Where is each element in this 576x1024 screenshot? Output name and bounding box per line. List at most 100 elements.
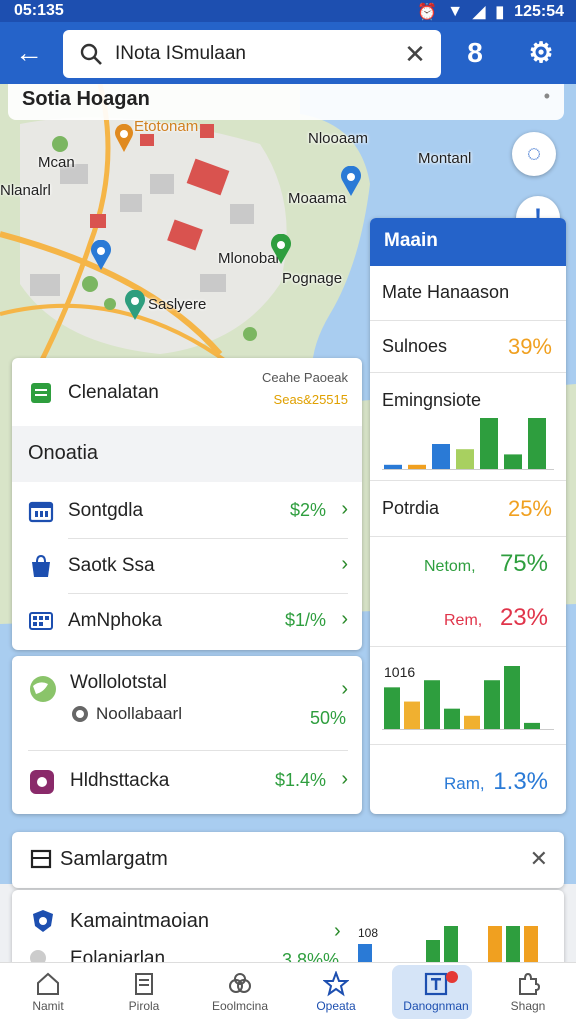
document-icon — [135, 973, 153, 995]
back-arrow-icon[interactable]: ← — [12, 36, 46, 70]
map-label: Montanl — [418, 150, 472, 167]
main-panel: Clenalatan Ceahe Paoeak Seas&25515 Onoat… — [12, 358, 362, 650]
nav-item-star[interactable]: Opeata — [288, 963, 384, 1024]
stat-label: Ram, — [444, 774, 485, 793]
list-item[interactable]: Wollolotstal Noollabaarl 50% › — [12, 656, 362, 748]
puzzle-icon — [519, 972, 541, 995]
list-item[interactable]: AmNphoka $1/% › — [12, 594, 362, 648]
star-icon — [323, 971, 349, 997]
search-bar[interactable]: ✕ — [63, 30, 441, 78]
nav-label: Shagn — [510, 999, 546, 1013]
search-input[interactable] — [115, 40, 395, 68]
nav-item-document[interactable]: Pirola — [96, 963, 192, 1024]
list-doc-icon — [31, 383, 51, 403]
recenter-icon[interactable]: ◌ — [512, 132, 556, 176]
chevron-right-icon: › — [341, 553, 348, 575]
bottom-card-header[interactable]: Samlargatm ✕ — [12, 832, 564, 888]
status-time: 05:135 — [14, 2, 64, 19]
panel-header[interactable]: Clenalatan Ceahe Paoeak Seas&25515 — [12, 358, 362, 426]
list-item-sublabel: Noollabaarl — [96, 704, 182, 723]
clear-icon[interactable]: ✕ — [401, 40, 429, 68]
stat-label: Emingnsiote — [382, 390, 482, 410]
nav-item-puzzle[interactable]: Shagn — [480, 963, 576, 1024]
stat-row[interactable]: Sulnoes 39% — [370, 322, 566, 372]
chart-bar — [504, 666, 520, 730]
chevron-right-icon: › — [341, 608, 348, 630]
settings-gear-icon[interactable]: ⚙ — [524, 36, 558, 70]
sidebar-panel-icon — [30, 849, 52, 869]
bag-icon — [32, 554, 50, 577]
map-label: Nlanalrl — [0, 182, 51, 199]
map-pin-icon[interactable] — [340, 166, 362, 196]
right-panel-header: Maain — [370, 218, 566, 266]
chart-bar — [404, 701, 420, 730]
panel-header-title: Clenalatan — [68, 382, 159, 403]
notification-badge — [446, 971, 458, 983]
location-dot-icon — [72, 706, 88, 722]
stat-label: Potrdia — [382, 498, 440, 518]
list-item-label: Wollolotstal — [70, 672, 167, 693]
list-item-label: AmNphoka — [68, 610, 162, 631]
search-icon — [80, 43, 102, 65]
chart-bar — [456, 449, 474, 470]
chart-bar — [484, 680, 500, 730]
list-item-label: Saotk Ssa — [68, 555, 155, 576]
nav-item-group[interactable]: Eoolmcina — [192, 963, 288, 1024]
chart-bar — [432, 444, 450, 470]
section-title: Onoatia — [28, 442, 99, 464]
list-item-label: Sontgdla — [68, 500, 144, 521]
stat-value: 75% — [499, 550, 548, 577]
divider — [370, 480, 566, 481]
home-icon — [37, 972, 59, 995]
nav-label: Namit — [32, 999, 64, 1013]
bar-chart — [382, 666, 554, 730]
grid-card-icon — [29, 612, 53, 630]
app-bar: ← ✕ 8 ⚙ — [0, 22, 576, 84]
chart-bar — [444, 708, 460, 730]
divider — [370, 536, 566, 537]
status-bar: 05:135 ⏰ ▼ ◢ ▮ 125:54 — [0, 0, 576, 22]
map-label: Pognage — [282, 270, 343, 287]
map-label: Etotonam — [134, 118, 199, 135]
list-item-value: $1/% — [284, 610, 326, 630]
list-item[interactable]: Sontgdla $2% › — [12, 484, 362, 538]
map-pin-icon[interactable] — [114, 124, 134, 152]
stat-value: 25% — [507, 496, 552, 521]
close-icon[interactable]: ✕ — [530, 846, 548, 872]
chart-bar — [480, 418, 498, 470]
shield-icon — [33, 910, 53, 932]
stat-value: 23% — [499, 604, 548, 631]
globe-icon — [30, 676, 56, 702]
second-panel: Wollolotstal Noollabaarl 50% › Hldhsttac… — [12, 656, 362, 814]
nav-item-t-square[interactable]: Danognman — [388, 963, 484, 1024]
list-item-label: Hldhsttacka — [70, 770, 170, 791]
map-label: Mcan — [38, 154, 75, 171]
wifi-icon: ▼ — [447, 3, 464, 20]
chevron-right-icon: › — [341, 768, 348, 790]
stat-row[interactable]: Rem, 23% — [370, 598, 566, 642]
divider — [370, 372, 566, 373]
nav-label: Opeata — [316, 999, 356, 1013]
bottom-card-title: Samlargatm — [60, 848, 168, 870]
stat-row[interactable]: Netom, 75% — [370, 542, 566, 586]
more-icon[interactable]: • — [544, 86, 550, 107]
chart-bar — [464, 715, 480, 730]
chart-bar — [524, 722, 540, 730]
map-pin-icon[interactable] — [90, 240, 112, 270]
list-item[interactable]: Saotk Ssa › — [12, 539, 362, 593]
list-item-value: $2% — [289, 500, 326, 520]
chevron-right-icon: › — [341, 498, 348, 520]
infinity-icon[interactable]: 8 — [458, 36, 492, 70]
stat-row[interactable]: Ram, 1.3% — [370, 760, 566, 804]
map-pin-icon[interactable] — [270, 234, 292, 264]
list-item[interactable]: Hldhsttacka $1.4% › — [12, 754, 362, 810]
nav-item-home[interactable]: Namit — [0, 963, 96, 1024]
stat-row[interactable]: Potrdia 25% — [370, 484, 566, 534]
bottom-nav: Namit Pirola Eoolmcina Opeata Danognman … — [0, 962, 576, 1024]
bottom-card-item[interactable]: Kamaintmaoian — [70, 910, 209, 933]
map-label: Moaama — [288, 190, 347, 207]
chart-bar — [504, 454, 522, 470]
right-panel: Maain Mate Hanaason Sulnoes 39% Emingnsi… — [370, 218, 566, 814]
status-clock: 125:54 — [514, 3, 564, 20]
map-pin-icon[interactable] — [124, 290, 146, 320]
